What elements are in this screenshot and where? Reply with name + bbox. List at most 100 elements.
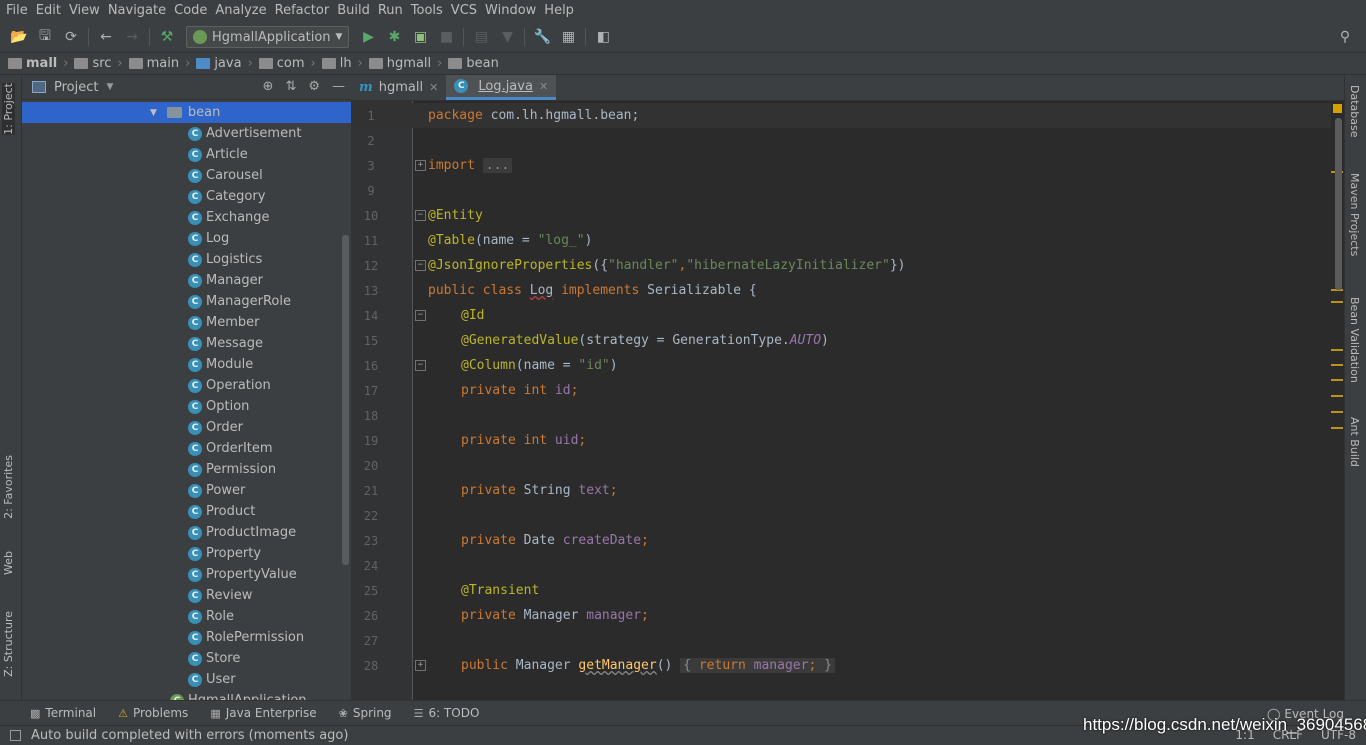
tool-tab-spring[interactable]: ❀ Spring [339,706,392,720]
tree-class-item[interactable]: C Operation [22,375,351,396]
tree-class-item[interactable]: C Store [22,648,351,669]
project-view-select[interactable]: Project [54,80,98,95]
tool-tab-structure[interactable]: Z: Structure [2,611,15,677]
save-icon[interactable]: 🖫 [35,27,55,47]
tool-tab-todo[interactable]: ☰ 6: TODO [414,706,480,720]
warning-indicator-icon[interactable] [1333,104,1342,113]
menu-view[interactable]: View [65,0,104,22]
menu-file[interactable]: File [2,0,32,22]
tree-class-item[interactable]: C Member [22,312,351,333]
fold-expand-icon[interactable]: + [415,160,426,171]
editor-scrollbar[interactable] [1335,118,1342,290]
tree-class-item[interactable]: C PropertyValue [22,564,351,585]
close-icon[interactable]: ✕ [539,80,548,93]
tree-class-item[interactable]: CHgmallApplication [22,690,351,700]
run-icon[interactable]: ▶ [358,27,378,47]
tool-tab-maven[interactable]: Maven Projects [1348,173,1361,256]
fold-collapse-icon[interactable]: − [415,360,426,371]
debug-bug-icon[interactable]: ✱ [384,27,404,47]
menu-window[interactable]: Window [481,0,540,22]
tree-class-item[interactable]: C Permission [22,459,351,480]
menu-tools[interactable]: Tools [407,0,447,22]
forward-icon[interactable]: → [122,27,142,47]
tree-class-item[interactable]: C Advertisement [22,123,351,144]
tab-hgmall[interactable]: m hgmall ✕ [351,75,446,100]
tree-class-item[interactable]: C Review [22,585,351,606]
close-icon[interactable]: ✕ [429,81,438,94]
sync-icon[interactable]: ⟳ [61,27,81,47]
tree-class-item[interactable]: C Option [22,396,351,417]
tool-tab-favorites[interactable]: 2: Favorites [2,455,15,519]
tree-class-item[interactable]: C Power [22,480,351,501]
breadcrumb-item[interactable]: bean [448,56,499,71]
tree-class-item[interactable]: C Logistics [22,249,351,270]
menu-vcs[interactable]: VCS [447,0,481,22]
tree-folder-bean[interactable]: ▼ bean [22,102,351,123]
tree-class-item[interactable]: C Category [22,186,351,207]
gear-icon[interactable]: ⚙ [308,79,320,94]
settings-wrench-icon[interactable]: 🔧 [532,27,552,47]
build-hammer-icon[interactable]: ⚒ [157,27,177,47]
tool-tab-problems[interactable]: ⚠ Problems [118,706,188,720]
vcs-update-icon[interactable]: ▤ [471,27,491,47]
warning-marker[interactable] [1331,364,1343,366]
back-icon[interactable]: ← [96,27,116,47]
breadcrumb-item[interactable]: com [258,56,305,71]
menu-edit[interactable]: Edit [32,0,65,22]
expand-arrow-icon[interactable]: ▼ [150,108,157,118]
tool-tab-java-enterprise[interactable]: ▦ Java Enterprise [210,706,316,720]
breadcrumb-item[interactable]: mall [8,56,57,71]
menu-refactor[interactable]: Refactor [271,0,334,22]
warning-marker[interactable] [1331,349,1343,351]
menu-help[interactable]: Help [540,0,578,22]
tree-class-item[interactable]: C User [22,669,351,690]
tree-class-item[interactable]: C Product [22,501,351,522]
warning-marker[interactable] [1331,427,1343,429]
menu-analyze[interactable]: Analyze [211,0,270,22]
fold-collapse-icon[interactable]: − [415,310,426,321]
tree-class-item[interactable]: C Role [22,606,351,627]
tree-class-item[interactable]: C Carousel [22,165,351,186]
fold-collapse-icon[interactable]: − [415,210,426,221]
menu-run[interactable]: Run [374,0,407,22]
tool-tab-web[interactable]: Web [2,551,15,575]
tab-log-java[interactable]: C Log.java ✕ [446,75,557,100]
search-everywhere-icon[interactable]: ⚲ [1335,27,1355,47]
locate-target-icon[interactable]: ⊕ [263,79,274,94]
project-structure-icon[interactable]: ▦ [558,27,578,47]
hide-panel-icon[interactable]: — [332,79,345,94]
sdk-manager-icon[interactable]: ◧ [593,27,613,47]
open-folder-icon[interactable]: 📂 [9,27,29,47]
warning-marker[interactable] [1331,301,1343,303]
menu-build[interactable]: Build [333,0,374,22]
tree-class-item[interactable]: C RolePermission [22,627,351,648]
tree-class-item[interactable]: C OrderItem [22,438,351,459]
chevron-down-icon[interactable]: ▼ [106,82,113,92]
warning-marker[interactable] [1331,411,1343,413]
stop-icon[interactable]: ■ [436,27,456,47]
tool-tab-ant-build[interactable]: Ant Build [1348,417,1361,467]
fold-collapse-icon[interactable]: − [415,260,426,271]
breadcrumb-item[interactable]: src [74,56,111,71]
breadcrumb-item[interactable]: lh [321,56,352,71]
fold-expand-icon[interactable]: + [415,660,426,671]
status-message[interactable]: Auto build completed with errors (moment… [31,728,348,743]
tool-tab-terminal[interactable]: ▩ Terminal [30,706,96,720]
menu-navigate[interactable]: Navigate [104,0,170,22]
tree-class-item[interactable]: C Manager [22,270,351,291]
tool-tab-database[interactable]: Database [1348,85,1361,138]
tree-class-item[interactable]: C Module [22,354,351,375]
code-editor[interactable]: 1 package com.lh.hgmall.bean; 2 3 + impo… [351,101,1331,700]
collapse-all-icon[interactable]: ⇅ [285,79,296,94]
breadcrumb-item[interactable]: java [196,56,242,71]
coverage-icon[interactable]: ▣ [410,27,430,47]
warning-marker[interactable] [1331,379,1343,381]
breadcrumb-item[interactable]: hgmall [368,56,431,71]
tree-class-item[interactable]: C Exchange [22,207,351,228]
tree-class-item[interactable]: C Order [22,417,351,438]
vcs-commit-icon[interactable]: ▼ [497,27,517,47]
tool-tab-project[interactable]: 1: Project [2,83,15,135]
warning-marker[interactable] [1331,395,1343,397]
tree-class-item[interactable]: C Article [22,144,351,165]
breadcrumb-item[interactable]: main [128,56,179,71]
